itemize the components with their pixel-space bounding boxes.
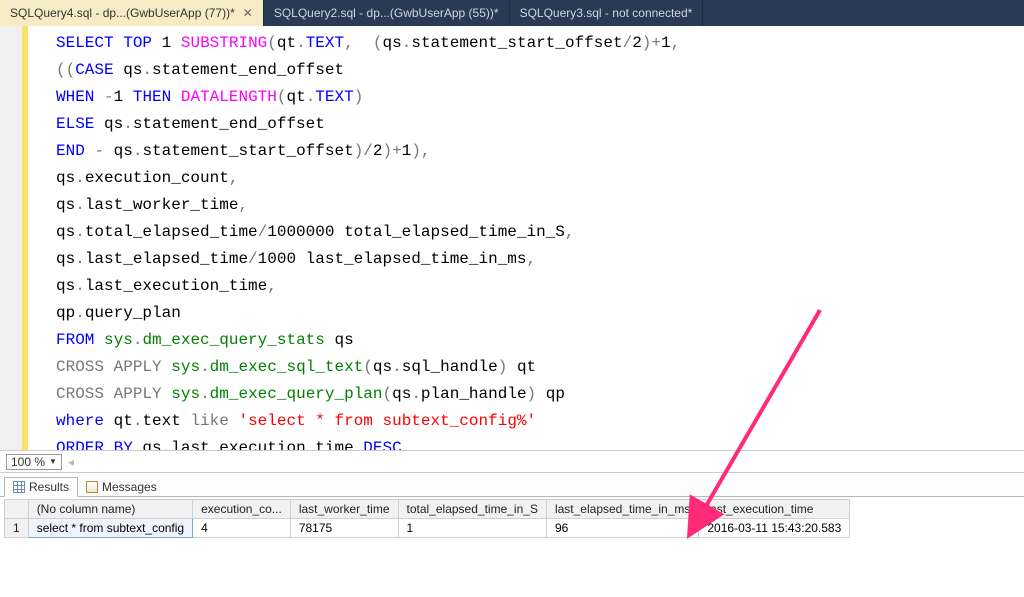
column-header[interactable]: (No column name) xyxy=(28,500,192,519)
zoom-dropdown[interactable]: 100 % ▼ xyxy=(6,454,62,470)
sql-editor[interactable]: SELECT TOP 1 SUBSTRING(qt.TEXT, (qs.stat… xyxy=(28,26,1024,450)
column-header[interactable]: last_worker_time xyxy=(290,500,398,519)
cell[interactable]: 1 xyxy=(398,519,546,538)
grid-icon xyxy=(13,481,25,493)
column-header[interactable]: execution_co... xyxy=(193,500,291,519)
editor-glyph-margin xyxy=(0,26,22,450)
document-tab-bar: SQLQuery4.sql - dp...(GwbUserApp (77))* ✕… xyxy=(0,0,1024,26)
results-pane-tabs: Results Messages xyxy=(0,473,1024,497)
editor-zoom-bar: 100 % ▼ ◂ xyxy=(0,451,1024,473)
zoom-value: 100 % xyxy=(11,455,45,469)
close-icon[interactable]: ✕ xyxy=(243,6,253,20)
tab-label: SQLQuery2.sql - dp...(GwbUserApp (55))* xyxy=(274,6,499,20)
column-header[interactable]: last_elapsed_time_in_ms xyxy=(546,500,698,519)
table-row[interactable]: 1select * from subtext_config47817519620… xyxy=(5,519,850,538)
column-header[interactable]: total_elapsed_time_in_S xyxy=(398,500,546,519)
row-number[interactable]: 1 xyxy=(5,519,29,538)
tab-label: SQLQuery3.sql - not connected* xyxy=(520,6,693,20)
tab-label: SQLQuery4.sql - dp...(GwbUserApp (77))* xyxy=(10,6,235,20)
horizontal-scroll-left[interactable]: ◂ xyxy=(68,455,74,469)
cell[interactable]: 78175 xyxy=(290,519,398,538)
cell[interactable]: 96 xyxy=(546,519,698,538)
results-tab[interactable]: Results xyxy=(4,477,78,497)
sql-editor-pane: SELECT TOP 1 SUBSTRING(qt.TEXT, (qs.stat… xyxy=(0,26,1024,451)
row-header-corner[interactable] xyxy=(5,500,29,519)
cell[interactable]: 2016-03-11 15:43:20.583 xyxy=(699,519,850,538)
results-table[interactable]: (No column name)execution_co...last_work… xyxy=(4,499,850,538)
cell[interactable]: 4 xyxy=(193,519,291,538)
chevron-down-icon: ▼ xyxy=(49,457,57,466)
messages-tab-label: Messages xyxy=(102,480,157,494)
cell[interactable]: select * from subtext_config xyxy=(28,519,192,538)
results-tab-label: Results xyxy=(29,480,69,494)
document-tab[interactable]: SQLQuery2.sql - dp...(GwbUserApp (55))* xyxy=(264,0,510,26)
document-tab[interactable]: SQLQuery4.sql - dp...(GwbUserApp (77))* ✕ xyxy=(0,0,264,26)
messages-icon xyxy=(86,481,98,493)
results-grid: (No column name)execution_co...last_work… xyxy=(0,497,1024,540)
document-tab[interactable]: SQLQuery3.sql - not connected* xyxy=(510,0,704,26)
messages-tab[interactable]: Messages xyxy=(78,478,165,496)
column-header[interactable]: last_execution_time xyxy=(699,500,850,519)
